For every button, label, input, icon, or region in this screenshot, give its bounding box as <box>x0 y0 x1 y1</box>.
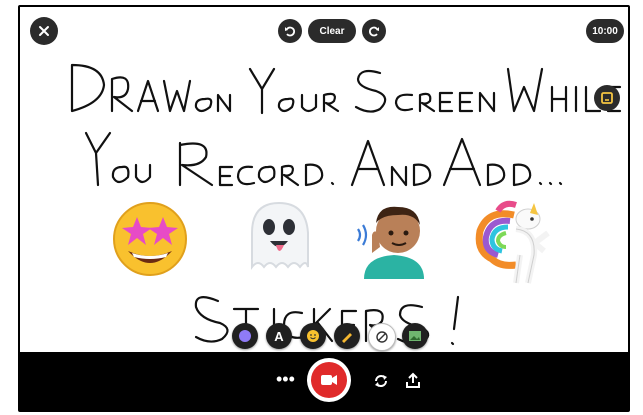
emoji-tool-button[interactable] <box>300 323 326 349</box>
upload-button[interactable] <box>404 372 422 395</box>
clear-button[interactable]: Clear <box>308 19 356 43</box>
record-button-inner <box>311 362 347 398</box>
pen-tool-icon <box>342 333 352 343</box>
undo-icon <box>285 26 296 37</box>
star-struck-emoji[interactable] <box>110 197 190 277</box>
square-note-icon <box>601 92 613 104</box>
man-with-hearing-aid-emoji[interactable] <box>354 195 434 279</box>
sticker-tool-icon <box>239 330 251 342</box>
eraser-tool-icon <box>376 331 388 343</box>
undo-button[interactable] <box>278 19 302 43</box>
drawing-canvas[interactable]: Clear 10:00 A <box>20 7 628 352</box>
pen-tool-button[interactable] <box>334 323 360 349</box>
ghost-emoji[interactable] <box>242 197 316 277</box>
drawing-toolbar: A <box>230 321 440 351</box>
close-icon <box>39 26 49 36</box>
redo-icon <box>368 26 379 37</box>
handwriting-overlay <box>70 63 622 346</box>
upload-icon <box>406 372 420 388</box>
more-options-button[interactable]: ••• <box>276 370 295 388</box>
eraser-tool-button[interactable] <box>368 323 396 351</box>
close-button[interactable] <box>30 17 58 45</box>
redo-button[interactable] <box>362 19 386 43</box>
unicorn-sticker[interactable] <box>470 195 562 285</box>
image-tool-button[interactable] <box>402 323 428 349</box>
sticker-tool-button[interactable] <box>232 323 258 349</box>
image-tool-icon <box>409 331 421 341</box>
notes-button[interactable] <box>594 85 620 111</box>
text-tool-icon: A <box>274 328 284 344</box>
flip-camera-button[interactable] <box>372 372 390 395</box>
recorder-window: Clear 10:00 A ••• <box>18 5 630 412</box>
recording-controls-bar: ••• <box>20 352 628 410</box>
text-tool-button[interactable]: A <box>266 323 292 349</box>
timer-badge: 10:00 <box>586 19 624 43</box>
record-button[interactable] <box>307 358 351 402</box>
video-camera-icon <box>321 375 337 385</box>
flip-camera-icon <box>375 375 387 387</box>
emoji-tool-icon <box>307 330 319 342</box>
